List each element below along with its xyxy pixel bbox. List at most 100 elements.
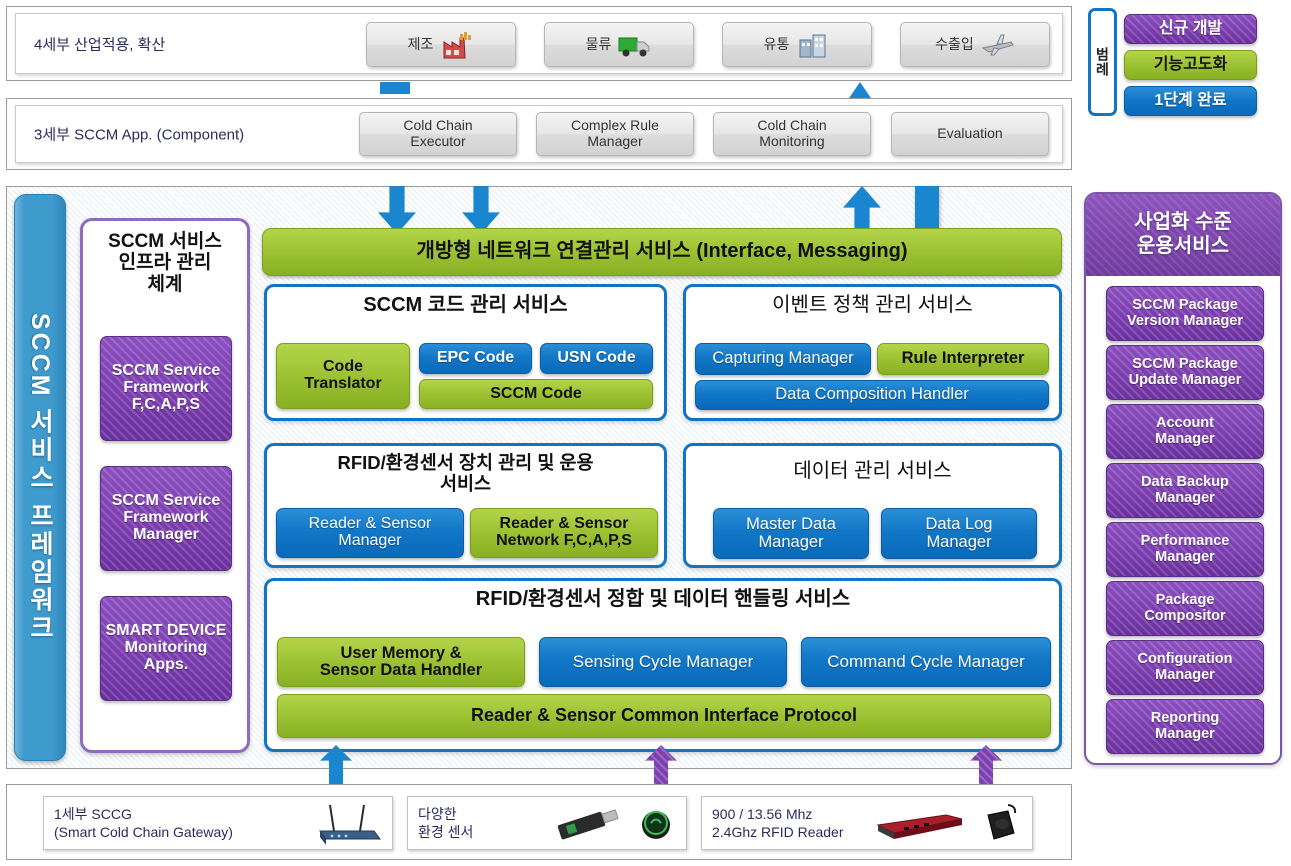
- tier3-item-cold-chain-monitoring[interactable]: Cold Chain Monitoring: [713, 112, 871, 156]
- tier3-item-complex-rule-manager[interactable]: Complex Rule Manager: [536, 112, 694, 156]
- device-item-reader-sensor-network: Reader & Sensor Network F,C,A,P,S: [470, 508, 658, 558]
- integration-item-common-interface-protocol: Reader & Sensor Common Interface Protoco…: [277, 694, 1051, 738]
- integration-item-user-memory-sensor-handler: User Memory & Sensor Data Handler: [277, 637, 525, 687]
- code-service-panel: SCCM 코드 관리 서비스 Code Translator EPC Code …: [264, 284, 667, 421]
- legend-item-label: 1단계 완료: [1154, 91, 1227, 109]
- device-item-label: Reader & Sensor Manager: [308, 515, 432, 549]
- event-item-capturing-manager: Capturing Manager: [695, 343, 871, 375]
- tier4-label: 4세부 산업적용, 확산: [34, 36, 166, 53]
- legend-tab: 범례: [1088, 8, 1117, 116]
- infra-item-label: SCCM Service Framework Manager: [111, 492, 221, 543]
- data-management-title: 데이터 관리 서비스: [793, 460, 952, 482]
- business-item-reporting-manager: Reporting Manager: [1106, 699, 1264, 754]
- business-item-configuration-manager: Configuration Manager: [1106, 640, 1264, 695]
- device-box-gateway[interactable]: 1세부 SCCG (Smart Cold Chain Gateway): [43, 796, 393, 850]
- business-item-package-compositor: Package Compositor: [1106, 581, 1264, 636]
- tier4-item-label: 수출입: [935, 35, 974, 52]
- event-item-label: Rule Interpreter: [901, 349, 1025, 368]
- integration-item-sensing-cycle-manager: Sensing Cycle Manager: [539, 637, 787, 687]
- integration-item-label: Command Cycle Manager: [827, 651, 1025, 671]
- data-item-master-data-manager: Master Data Manager: [713, 508, 869, 559]
- infra-item-framework-manager: SCCM Service Framework Manager: [100, 466, 232, 571]
- device-box-sensors[interactable]: 다양한 환경 센서: [407, 796, 687, 850]
- truck-icon: [618, 30, 652, 60]
- tier3-inner: 3세부 SCCM App. (Component) Cold Chain Exe…: [15, 105, 1063, 163]
- business-item-label: Package Compositor: [1144, 592, 1226, 624]
- business-item-label: Data Backup Manager: [1141, 474, 1229, 506]
- code-item-label: SCCM Code: [490, 384, 582, 402]
- device-item-label: Reader & Sensor Network F,C,A,P,S: [496, 515, 632, 549]
- legend-item-new-dev: 신규 개발: [1124, 14, 1257, 44]
- integration-title: RFID/환경센서 정합 및 데이터 핸들링 서비스: [475, 588, 851, 610]
- infra-panel: SCCM 서비스 인프라 관리 체계 SCCM Service Framewor…: [80, 218, 250, 753]
- code-item-label: USN Code: [557, 349, 636, 367]
- factory-icon: [440, 30, 474, 60]
- business-item-data-backup-manager: Data Backup Manager: [1106, 463, 1264, 518]
- tier4-item-distribution[interactable]: 유통: [722, 22, 872, 67]
- device-icons: [312, 801, 382, 845]
- tier3-item-cold-chain-executor[interactable]: Cold Chain Executor: [359, 112, 517, 156]
- infra-panel-title: SCCM 서비스 인프라 관리 체계: [108, 231, 222, 295]
- tier4-strip: 4세부 산업적용, 확산 제조 물류 유통 수출입: [6, 6, 1072, 81]
- rfid-pad-icon: [978, 801, 1022, 845]
- data-item-label: Master Data Manager: [746, 515, 836, 551]
- business-item-account-manager: Account Manager: [1106, 404, 1264, 459]
- tier4-item-trade[interactable]: 수출입: [900, 22, 1050, 67]
- usb-sensor-icon: [550, 803, 626, 843]
- event-policy-title: 이벤트 정책 관리 서비스: [772, 294, 973, 316]
- tier4-item-manufacturing[interactable]: 제조: [366, 22, 516, 67]
- legend-item-label: 신규 개발: [1158, 19, 1223, 37]
- arrow-bar-from-network: [915, 186, 939, 234]
- infra-item-smart-device-monitoring: SMART DEVICE Monitoring Apps.: [100, 596, 232, 701]
- event-item-data-composition-handler: Data Composition Handler: [695, 380, 1049, 410]
- code-item-epc-code: EPC Code: [419, 343, 532, 374]
- tier4-tier3-connector: [380, 82, 410, 94]
- business-item-performance-manager: Performance Manager: [1106, 522, 1264, 577]
- legend-tab-label: 범례: [1094, 47, 1111, 77]
- tier3-item-evaluation[interactable]: Evaluation: [891, 112, 1049, 156]
- device-management-panel: RFID/환경센서 장치 관리 및 운용 서비스 Reader & Sensor…: [264, 443, 667, 568]
- business-item-package-version-manager: SCCM Package Version Manager: [1106, 286, 1264, 341]
- event-item-rule-interpreter: Rule Interpreter: [877, 343, 1049, 375]
- tier3-strip: 3세부 SCCM App. (Component) Cold Chain Exe…: [6, 98, 1072, 170]
- event-item-label: Capturing Manager: [712, 349, 854, 368]
- data-item-label: Data Log Manager: [925, 515, 993, 551]
- code-service-title: SCCM 코드 관리 서비스: [363, 294, 568, 316]
- network-connection-service-bar: 개방형 네트워크 연결관리 서비스 (Interface, Messaging): [262, 228, 1062, 276]
- device-strip: 1세부 SCCG (Smart Cold Chain Gateway) 다양한 …: [6, 784, 1072, 860]
- code-item-usn-code: USN Code: [540, 343, 653, 374]
- event-policy-panel: 이벤트 정책 관리 서비스 Capturing Manager Rule Int…: [683, 284, 1062, 421]
- device-icons: [550, 803, 676, 843]
- network-connection-service-label: 개방형 네트워크 연결관리 서비스 (Interface, Messaging): [416, 240, 908, 263]
- code-item-sccm-code: SCCM Code: [419, 379, 653, 409]
- code-item-code-translator: Code Translator: [276, 343, 410, 409]
- business-item-label: Configuration Manager: [1137, 651, 1233, 683]
- integration-item-label: Sensing Cycle Manager: [572, 651, 754, 671]
- legend-item-enhanced: 기능고도화: [1124, 50, 1257, 80]
- tier4-inner: 4세부 산업적용, 확산 제조 물류 유통 수출입: [15, 13, 1063, 74]
- business-item-label: SCCM Package Version Manager: [1126, 297, 1244, 329]
- sccm-framework-spine-label: SCCM 서비스 프레임워크: [26, 312, 54, 643]
- rfid-reader-icon: [872, 803, 968, 843]
- tier3-label: 3세부 SCCM App. (Component): [34, 126, 245, 144]
- tier4-item-logistics[interactable]: 물류: [544, 22, 694, 67]
- code-item-label: Code Translator: [304, 358, 382, 392]
- business-panel-header: 사업화 수준 운용서비스: [1086, 194, 1280, 276]
- tier3-item-label: Evaluation: [937, 125, 1003, 142]
- business-item-package-update-manager: SCCM Package Update Manager: [1106, 345, 1264, 400]
- device-management-title: RFID/환경센서 장치 관리 및 운용 서비스: [337, 452, 594, 494]
- business-item-label: SCCM Package Update Manager: [1128, 356, 1242, 388]
- router-icon: [312, 801, 382, 845]
- tier4-item-label: 제조: [407, 35, 434, 52]
- device-box-rfid-reader[interactable]: 900 / 13.56 Mhz 2.4Ghz RFID Reader: [701, 796, 1033, 850]
- integration-item-command-cycle-manager: Command Cycle Manager: [801, 637, 1051, 687]
- round-sensor-icon: [636, 803, 676, 843]
- legend-item-phase1-done: 1단계 완료: [1124, 86, 1257, 116]
- integration-item-label: Reader & Sensor Common Interface Protoco…: [470, 705, 858, 726]
- tier3-item-label: Cold Chain Monitoring: [757, 117, 827, 149]
- device-label: 1세부 SCCG (Smart Cold Chain Gateway): [54, 805, 233, 840]
- device-icons: [872, 801, 1022, 845]
- integration-panel: RFID/환경센서 정합 및 데이터 핸들링 서비스 User Memory &…: [264, 578, 1062, 752]
- data-management-panel: 데이터 관리 서비스 Master Data Manager Data Log …: [683, 443, 1062, 568]
- event-item-label: Data Composition Handler: [775, 385, 969, 404]
